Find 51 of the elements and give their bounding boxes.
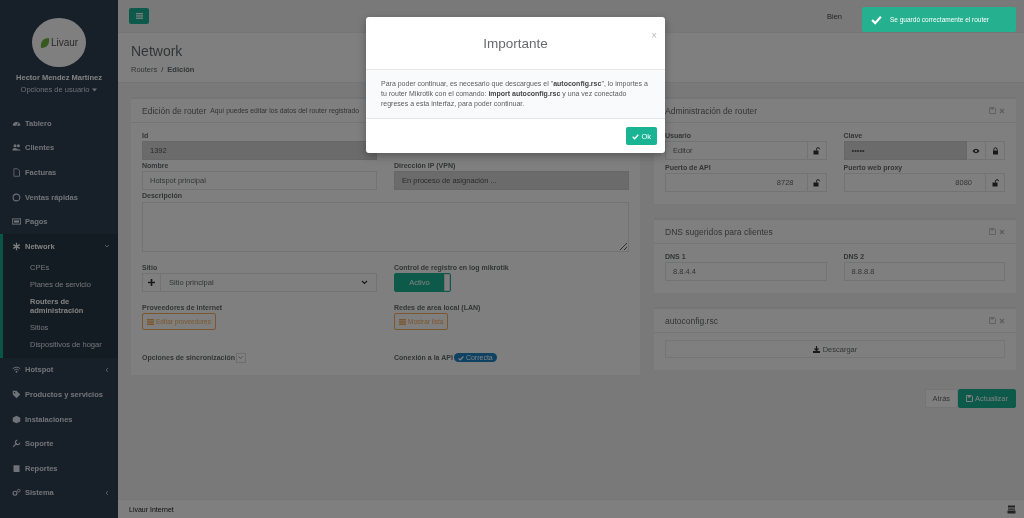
download-icon [812, 345, 820, 353]
check-icon [632, 132, 640, 140]
chevron-left-icon [104, 366, 110, 373]
plus-icon [148, 279, 155, 286]
wifi-icon [12, 365, 21, 375]
file-icon [12, 168, 21, 177]
add-button[interactable] [142, 273, 161, 292]
check-icon [457, 354, 464, 361]
eye-icon [972, 147, 980, 154]
show-password-button[interactable] [967, 141, 986, 160]
panel-title: Administración de router [665, 105, 758, 116]
logo-text: Livaur [50, 37, 79, 48]
lock-button[interactable] [986, 173, 1005, 192]
modal-title: Importante [483, 35, 548, 51]
card-icon [12, 217, 21, 227]
close-icon [999, 107, 1005, 114]
wrench-icon [12, 439, 21, 449]
dropdown-toggle[interactable] [235, 352, 246, 363]
asterisk-icon [12, 241, 21, 251]
list-icon [147, 318, 154, 325]
unlocked-icon [991, 178, 999, 187]
unlocked-icon [813, 146, 820, 155]
tray-icon [1007, 504, 1016, 514]
chevron-left-icon [104, 489, 110, 496]
close-icon [999, 228, 1005, 235]
book-icon [12, 463, 21, 473]
panel-title: DNS sugeridos para clientes [665, 226, 773, 237]
users-icon [12, 143, 21, 153]
save-icon [989, 317, 996, 324]
save-icon [989, 107, 996, 114]
save-icon [989, 228, 996, 235]
panel-title: autoconfig.rsc [665, 315, 718, 326]
gears-icon [12, 488, 21, 498]
tag-icon [12, 389, 21, 399]
floppy-icon [966, 395, 974, 402]
chevron-down-icon [104, 243, 110, 250]
coin-icon [12, 192, 21, 202]
chevron-down-icon [361, 280, 368, 285]
panel-title: Edición de router [142, 105, 207, 116]
lock-icon [991, 146, 999, 155]
unlocked-icon [813, 178, 820, 187]
caret-icon [92, 87, 98, 92]
page-title: Network [131, 43, 183, 59]
close-button[interactable]: × [651, 31, 657, 41]
cube-icon [12, 414, 21, 424]
list-icon [399, 318, 406, 325]
leaf-icon [39, 36, 50, 49]
caret-icon [238, 356, 244, 359]
menu-icon [135, 13, 143, 19]
check-icon [871, 14, 882, 25]
close-icon [999, 317, 1005, 324]
